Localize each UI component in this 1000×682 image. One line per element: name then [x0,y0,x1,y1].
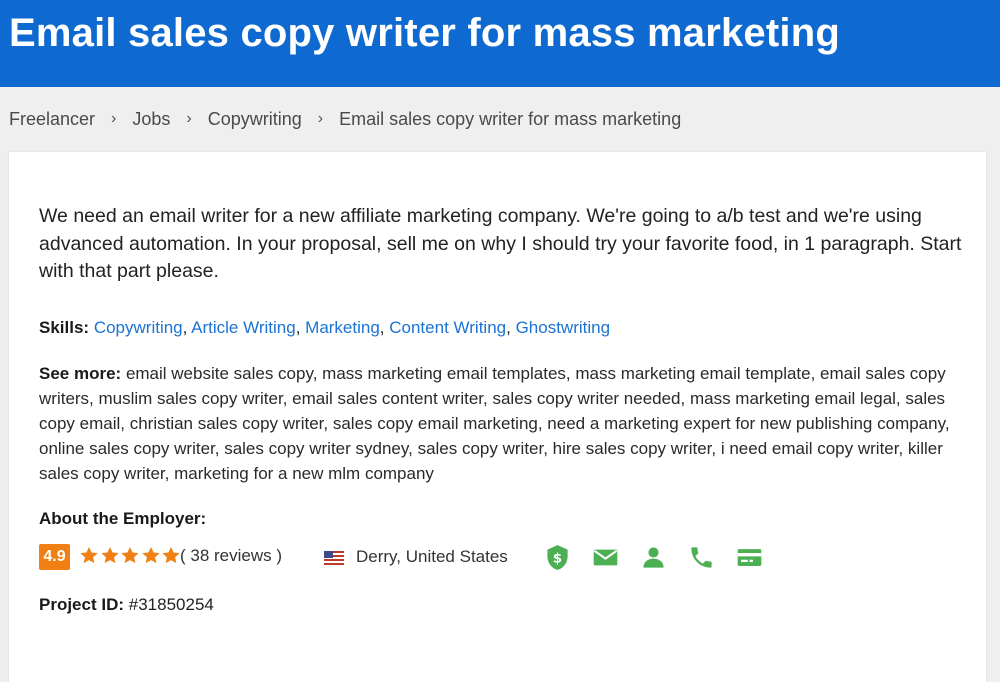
rating-badge: 4.9 [39,544,70,570]
skill-link-copywriting[interactable]: Copywriting [94,318,183,337]
star-icon [100,547,119,564]
about-employer-label: About the Employer: [39,509,207,528]
svg-text:$: $ [553,551,562,567]
breadcrumb-separator: › [317,110,324,127]
breadcrumb-separator: › [111,110,117,127]
skill-link-marketing[interactable]: Marketing [305,318,380,337]
breadcrumb-jobs[interactable]: Jobs [132,109,170,130]
page-title: Email sales copy writer for mass marketi… [9,11,840,55]
see-more-section: See more: email website sales copy, mass… [39,361,964,486]
employer-location: Derry, United States [356,547,508,566]
page-header: Email sales copy writer for mass marketi… [0,0,1000,87]
payment-verified-icon: $ [547,545,568,570]
profile-verified-icon [643,547,664,568]
breadcrumb-freelancer[interactable]: Freelancer [9,109,95,130]
skills-label: Skills: [39,318,90,337]
skill-link-article-writing[interactable]: Article Writing [191,318,296,337]
email-verified-icon [593,549,618,566]
job-description: We need an email writer for a new affili… [39,205,962,282]
breadcrumb: Freelancer › Jobs › Copywriting › Email … [9,108,681,130]
reviews-count: ( 38 reviews ) [180,546,283,565]
star-icon [80,547,98,564]
skills-row: Skills: Copywriting, Article Writing, Ma… [39,318,611,337]
skill-link-content-writing[interactable]: Content Writing [389,318,506,337]
job-details-card: We need an email writer for a new affili… [9,152,986,682]
star-icon [141,547,160,564]
star-icon [121,547,139,564]
deposit-verified-icon [737,549,762,566]
project-id-value: #31850254 [128,595,214,614]
project-id-row: Project ID: #31850254 [39,595,214,615]
star-rating [79,545,182,566]
phone-verified-icon [691,547,712,568]
see-more-keywords: email website sales copy, mass marketing… [39,364,950,483]
skill-link-ghostwriting[interactable]: Ghostwriting [516,318,610,337]
breadcrumb-current-job[interactable]: Email sales copy writer for mass marketi… [339,109,681,130]
breadcrumb-copywriting[interactable]: Copywriting [208,109,302,130]
project-id-label: Project ID: [39,595,125,614]
breadcrumb-separator: › [186,110,192,127]
see-more-label: See more: [39,364,122,383]
us-flag-icon [324,551,344,565]
star-icon [162,547,180,564]
employer-info-row: 4.9 ( 38 reviews ) Derry, United States … [39,542,969,572]
